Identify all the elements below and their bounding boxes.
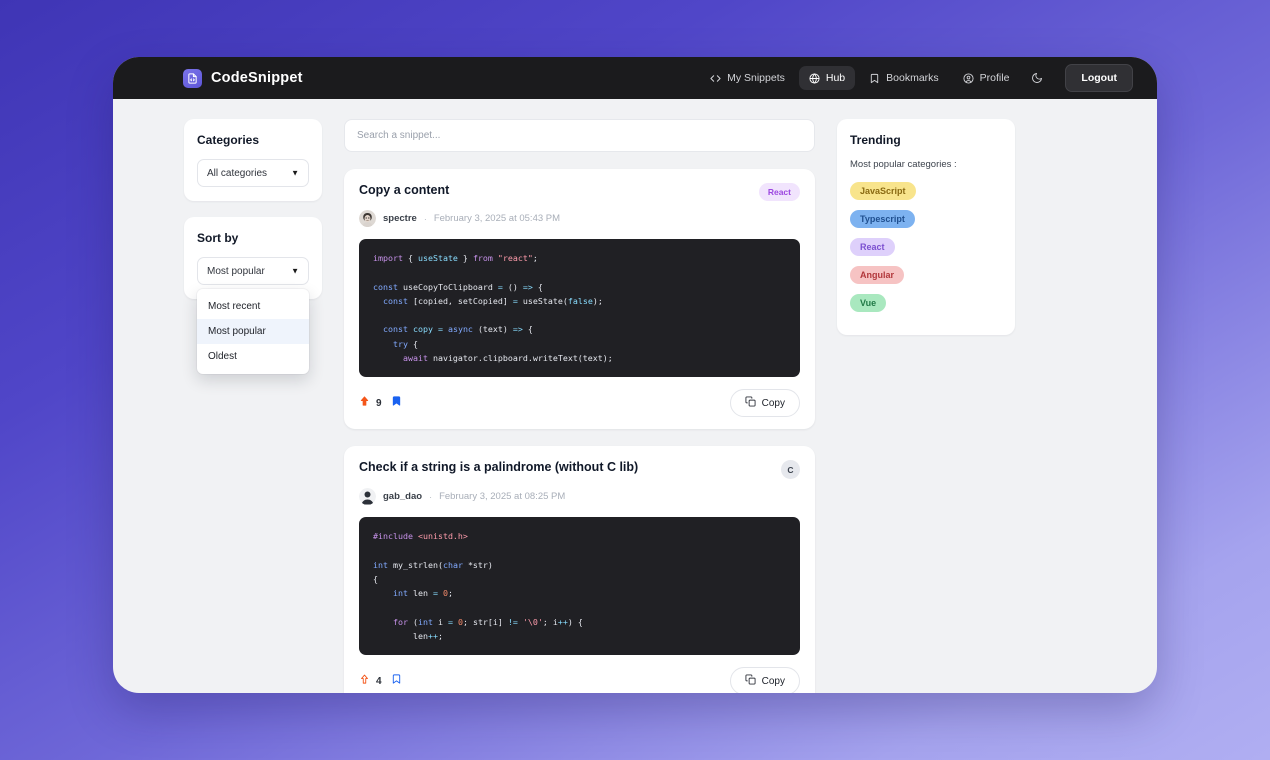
copy-label: Copy [762,398,785,409]
trending-chip-vue[interactable]: Vue [850,294,886,312]
bookmark-button[interactable] [391,672,402,690]
nav-links: My Snippets Hub Bookmarks [700,57,1133,99]
brand[interactable]: CodeSnippet [183,69,303,88]
upvote-button[interactable]: 9 [359,394,382,412]
code-block: #include <unistd.h> int my_strlen(char *… [359,517,800,655]
categories-title: Categories [197,133,309,147]
bookmark-icon [869,73,880,84]
trending-panel: Trending Most popular categories : JavaS… [837,119,1015,335]
user-circle-icon [963,73,974,84]
page-content: Categories All categories ▼ Sort by Most… [113,99,1157,693]
snippet-feed: Copy a content React [344,119,815,693]
chevron-down-icon: ▼ [291,267,299,276]
moon-icon [1031,72,1043,84]
nav-item-my-snippets[interactable]: My Snippets [700,66,795,90]
trending-chip-list: JavaScript Typescript React Angular Vue [850,181,1002,321]
snippet-meta: gab_dao · February 3, 2025 at 08:25 PM [359,488,800,505]
nav-label: Bookmarks [886,72,939,84]
avatar [359,210,376,227]
categories-panel: Categories All categories ▼ [184,119,322,201]
file-code-icon [183,69,202,88]
meta-separator: · [424,214,427,224]
upvote-button[interactable]: 4 [359,672,382,690]
theme-toggle-button[interactable] [1023,66,1051,90]
sort-select[interactable]: Most popular ▼ [197,257,309,285]
snippet-title: Check if a string is a palindrome (witho… [359,460,638,474]
sort-dropdown-menu: Most recent Most popular Oldest [197,289,309,374]
vote-count: 4 [376,676,382,687]
sort-option-most-popular[interactable]: Most popular [197,319,309,344]
snippet-language-badge: React [759,183,800,201]
nav-label: Profile [980,72,1010,84]
arrow-up-icon [359,394,370,412]
snippet-title: Copy a content [359,183,449,197]
top-navigation-bar: CodeSnippet My Snippets Hub [113,57,1157,99]
avatar [359,488,376,505]
nav-item-profile[interactable]: Profile [953,66,1020,90]
nav-item-bookmarks[interactable]: Bookmarks [859,66,949,90]
copy-button[interactable]: Copy [730,667,800,693]
vote-count: 9 [376,398,382,409]
categories-select[interactable]: All categories ▼ [197,159,309,187]
search-input[interactable] [344,119,815,152]
vote-group: 4 [359,672,402,690]
bookmark-button[interactable] [391,394,402,412]
sort-title: Sort by [197,231,309,245]
snippet-date: February 3, 2025 at 05:43 PM [434,213,560,224]
code-block: import { useState } from "react"; const … [359,239,800,377]
trending-title: Trending [850,133,1002,147]
trending-chip-typescript[interactable]: Typescript [850,210,915,228]
copy-icon [745,396,756,410]
code-brackets-icon [710,73,721,84]
categories-select-value: All categories [207,168,267,179]
sort-option-oldest[interactable]: Oldest [197,344,309,369]
snippet-author: gab_dao [383,491,422,502]
snippet-author: spectre [383,213,417,224]
snippet-actions: 4 [359,667,800,693]
snippet-header: Check if a string is a palindrome (witho… [359,460,800,479]
snippet-actions: 9 [359,389,800,417]
trending-chip-angular[interactable]: Angular [850,266,904,284]
snippet-language-badge: C [781,460,800,479]
globe-icon [809,73,820,84]
sort-option-most-recent[interactable]: Most recent [197,294,309,319]
trending-chip-javascript[interactable]: JavaScript [850,182,916,200]
filters-sidebar: Categories All categories ▼ Sort by Most… [184,119,322,693]
copy-label: Copy [762,676,785,687]
bookmark-icon [391,672,402,690]
trending-sidebar: Trending Most popular categories : JavaS… [837,119,1015,693]
bookmark-icon [391,394,402,412]
snippet-meta: spectre · February 3, 2025 at 05:43 PM [359,210,800,227]
meta-separator: · [429,492,432,502]
nav-label: Hub [826,72,845,84]
snippet-header: Copy a content React [359,183,800,201]
snippet-date: February 3, 2025 at 08:25 PM [439,491,565,502]
vote-group: 9 [359,394,402,412]
sort-panel: Sort by Most popular ▼ Most recent Most … [184,217,322,299]
nav-item-hub[interactable]: Hub [799,66,855,90]
arrow-up-icon [359,672,370,690]
snippet-card: Copy a content React [344,169,815,429]
app-window: CodeSnippet My Snippets Hub [113,57,1157,693]
sort-select-value: Most popular [207,266,265,277]
copy-button[interactable]: Copy [730,389,800,417]
nav-label: My Snippets [727,72,785,84]
logout-button[interactable]: Logout [1065,64,1133,92]
trending-chip-react[interactable]: React [850,238,895,256]
brand-name: CodeSnippet [211,70,303,86]
chevron-down-icon: ▼ [291,169,299,178]
copy-icon [745,674,756,688]
sort-select-wrapper: Most popular ▼ Most recent Most popular … [197,257,309,285]
trending-subtitle: Most popular categories : [850,159,1002,170]
snippet-card: Check if a string is a palindrome (witho… [344,446,815,693]
